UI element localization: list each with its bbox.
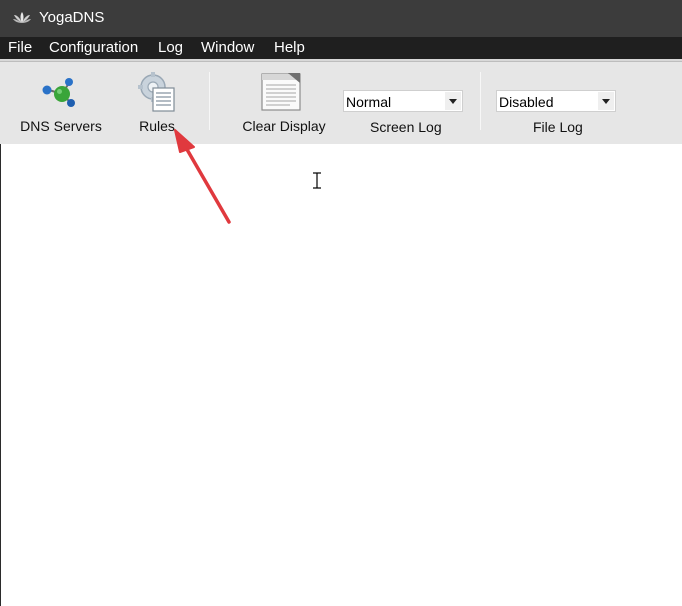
menu-file[interactable]: File [8, 39, 32, 57]
clear-display-icon [261, 73, 301, 111]
network-nodes-icon [42, 78, 75, 107]
toolbar: DNS Servers Rules Clear Display Normal S… [0, 62, 682, 144]
file-log-select[interactable]: Disabled [496, 90, 616, 112]
file-log-label: File Log [533, 119, 583, 135]
toolbar-separator [209, 72, 210, 130]
clear-display-label: Clear Display [242, 118, 326, 134]
title-bar: YogaDNS [0, 0, 682, 37]
menu-configuration[interactable]: Configuration [49, 39, 138, 57]
clear-display-button[interactable]: Clear Display [240, 62, 328, 144]
rules-gear-icon [138, 72, 175, 112]
yogadns-window: YogaDNS File Configuration Log Window He… [0, 0, 682, 606]
screen-log-select[interactable]: Normal [343, 90, 463, 112]
chevron-down-icon[interactable] [445, 92, 461, 110]
dns-servers-button[interactable]: DNS Servers [18, 62, 104, 144]
toolbar-separator [480, 72, 481, 130]
screen-log-label: Screen Log [370, 119, 442, 135]
file-log-value: Disabled [499, 94, 554, 110]
menu-window[interactable]: Window [201, 39, 254, 57]
rules-label: Rules [139, 118, 175, 134]
window-title: YogaDNS [39, 9, 105, 26]
text-cursor-icon [313, 172, 321, 189]
menu-bar: File Configuration Log Window Help [0, 37, 682, 59]
lotus-icon [13, 12, 31, 23]
screen-log-value: Normal [346, 94, 392, 110]
log-display-area[interactable] [1, 144, 682, 606]
rules-button[interactable]: Rules [130, 62, 184, 144]
menu-log[interactable]: Log [158, 39, 183, 57]
chevron-down-icon[interactable] [598, 92, 614, 110]
dns-servers-label: DNS Servers [20, 118, 102, 134]
menu-help[interactable]: Help [274, 39, 305, 57]
